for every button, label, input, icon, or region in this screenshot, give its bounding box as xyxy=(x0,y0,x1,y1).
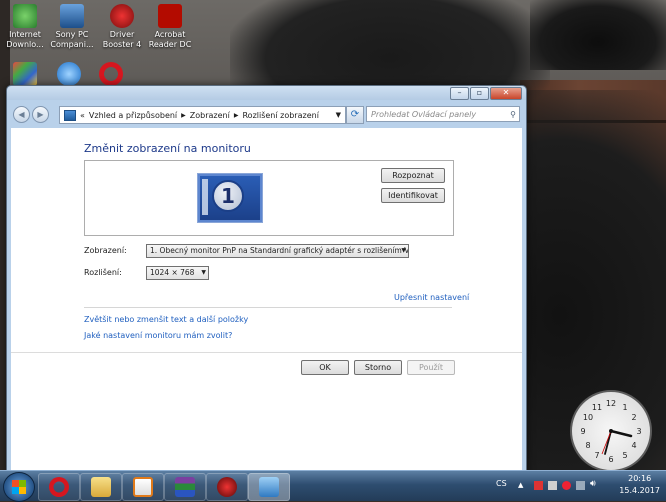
refresh-button[interactable]: ⟳ xyxy=(346,106,364,124)
internet-explorer-icon xyxy=(57,62,81,86)
tray-app-icon[interactable] xyxy=(548,481,557,490)
monitor-1-icon[interactable]: 1 xyxy=(197,173,263,223)
search-placeholder: Prohledat Ovládací panely xyxy=(371,110,477,119)
desktop-icon-internet-download-manager[interactable]: Internet Downlo... xyxy=(0,4,50,50)
page-title: Změnit zobrazení na monitoru xyxy=(84,142,251,155)
resolution-label: Rozlišení: xyxy=(84,268,122,277)
clock-minute-hand xyxy=(604,430,612,455)
taskbar-item-control-panel[interactable] xyxy=(248,473,290,501)
desktop-icon-sony-pc-companion[interactable]: Sony PC Compani... xyxy=(47,4,97,50)
clock-number: 4 xyxy=(631,441,636,450)
navigation-bar: ◀ ▶ « Vzhled a přizpůsobení ▶ Zobrazení … xyxy=(7,102,526,126)
action-center-icon[interactable] xyxy=(534,481,543,490)
taskbar-item-explorer[interactable] xyxy=(80,473,122,501)
address-dropdown-icon[interactable]: ▼ xyxy=(336,111,341,119)
taskbar-item-media-player[interactable] xyxy=(122,473,164,501)
clock-number: 12 xyxy=(606,399,616,408)
desktop-icon-acrobat-reader[interactable]: Acrobat Reader DC xyxy=(145,4,195,50)
taskbar-item-winrar[interactable] xyxy=(164,473,206,501)
network-icon[interactable] xyxy=(576,481,585,490)
desktop-icon-driver-booster[interactable]: Driver Booster 4 xyxy=(97,4,147,50)
taskbar-item-driver-booster[interactable] xyxy=(206,473,248,501)
clock-date: 15.4.2017 xyxy=(619,486,660,495)
monitor-preview-panel: 1 Rozpoznat Identifikovat xyxy=(84,160,454,236)
clock-number: 9 xyxy=(580,427,585,436)
show-hidden-icons-icon[interactable]: ▲ xyxy=(518,481,527,490)
windows-logo-icon xyxy=(12,480,26,494)
clock-gadget[interactable]: 12 1 2 3 4 5 6 7 8 9 10 11 xyxy=(570,390,652,472)
identify-button[interactable]: Identifikovat xyxy=(381,188,445,203)
driver-booster-tray-icon[interactable] xyxy=(562,481,571,490)
back-button[interactable]: ◀ xyxy=(13,106,30,123)
resolution-select[interactable]: 1024 × 768 ▼ xyxy=(146,266,209,280)
maximize-button[interactable]: ▫ xyxy=(470,87,489,100)
minimize-button[interactable]: – xyxy=(450,87,469,100)
breadcrumb-appearance[interactable]: Vzhled a přizpůsobení xyxy=(89,111,177,120)
internet-download-manager-icon xyxy=(13,4,37,28)
resolution-select-value: 1024 × 768 xyxy=(150,268,195,277)
explorer-folder-icon xyxy=(91,477,111,497)
window-titlebar[interactable]: – ▫ ✕ xyxy=(7,86,526,100)
forward-button[interactable]: ▶ xyxy=(32,106,49,123)
display-select[interactable]: 1. Obecný monitor PnP na Standardní graf… xyxy=(146,244,409,258)
window-content: Změnit zobrazení na monitoru 1 Rozpoznat… xyxy=(11,128,522,473)
system-clock[interactable]: 20:16 15.4.2017 xyxy=(619,473,660,497)
clock-number: 1 xyxy=(622,403,627,412)
clock-number: 5 xyxy=(622,451,627,460)
taskbar-item-opera[interactable] xyxy=(38,473,80,501)
text-size-link[interactable]: Zvětšit nebo zmenšit text a další položk… xyxy=(84,315,248,324)
search-icon[interactable]: ⚲ xyxy=(510,107,516,123)
close-button[interactable]: ✕ xyxy=(490,87,522,100)
monitor-number: 1 xyxy=(212,180,244,212)
display-label: Zobrazení: xyxy=(84,246,127,255)
clock-number: 8 xyxy=(585,441,590,450)
advanced-settings-link[interactable]: Upřesnit nastavení xyxy=(394,293,469,302)
driver-booster-icon xyxy=(217,477,237,497)
clock-number: 2 xyxy=(631,413,636,422)
address-bar[interactable]: « Vzhled a přizpůsobení ▶ Zobrazení ▶ Ro… xyxy=(59,106,346,124)
clock-time: 20:16 xyxy=(628,474,652,483)
cancel-button[interactable]: Storno xyxy=(354,360,402,375)
clock-hour-hand xyxy=(609,429,633,438)
opera-icon xyxy=(49,477,69,497)
chevron-down-icon: ▼ xyxy=(401,247,406,254)
clock-number: 6 xyxy=(608,455,613,464)
winrar-icon xyxy=(175,477,195,497)
breadcrumb-separator-icon[interactable]: ▶ xyxy=(181,112,186,119)
language-indicator[interactable]: CS xyxy=(496,479,507,488)
program-icon xyxy=(13,62,37,86)
breadcrumb-resolution[interactable]: Rozlišení zobrazení xyxy=(242,111,318,120)
system-tray: CS ▲ 🔊︎ 20:16 15.4.2017 xyxy=(496,471,666,501)
clock-number: 11 xyxy=(592,403,602,412)
search-input[interactable]: Prohledat Ovládací panely ⚲ xyxy=(366,106,520,122)
volume-icon[interactable]: 🔊︎ xyxy=(590,479,599,489)
opera-icon xyxy=(99,62,123,86)
divider xyxy=(84,307,452,308)
which-settings-link[interactable]: Jaké nastavení monitoru mám zvolit? xyxy=(84,331,232,340)
footer-divider xyxy=(11,352,522,353)
taskbar: CS ▲ 🔊︎ 20:16 15.4.2017 xyxy=(0,470,666,502)
detect-button[interactable]: Rozpoznat xyxy=(381,168,445,183)
clock-face-icon: 12 1 2 3 4 5 6 7 8 9 10 11 xyxy=(580,399,641,464)
display-select-value: 1. Obecný monitor PnP na Standardní graf… xyxy=(150,246,409,255)
control-panel-icon xyxy=(64,109,76,121)
breadcrumb-display[interactable]: Zobrazení xyxy=(190,111,230,120)
breadcrumb-prefix[interactable]: « xyxy=(80,111,85,120)
apply-button[interactable]: Použít xyxy=(407,360,455,375)
ok-button[interactable]: OK xyxy=(301,360,349,375)
acrobat-reader-icon xyxy=(158,4,182,28)
chevron-down-icon: ▼ xyxy=(201,269,206,276)
driver-booster-icon xyxy=(110,4,134,28)
control-panel-window: – ▫ ✕ ◀ ▶ « Vzhled a přizpůsobení ▶ Zobr… xyxy=(6,85,527,474)
control-panel-icon xyxy=(259,477,279,497)
start-button[interactable] xyxy=(3,472,35,502)
clock-number: 10 xyxy=(583,413,593,422)
clock-number: 7 xyxy=(594,451,599,460)
media-player-icon xyxy=(133,477,153,497)
sony-pc-companion-icon xyxy=(60,4,84,28)
clock-number: 3 xyxy=(636,427,641,436)
breadcrumb-separator-icon[interactable]: ▶ xyxy=(234,112,239,119)
